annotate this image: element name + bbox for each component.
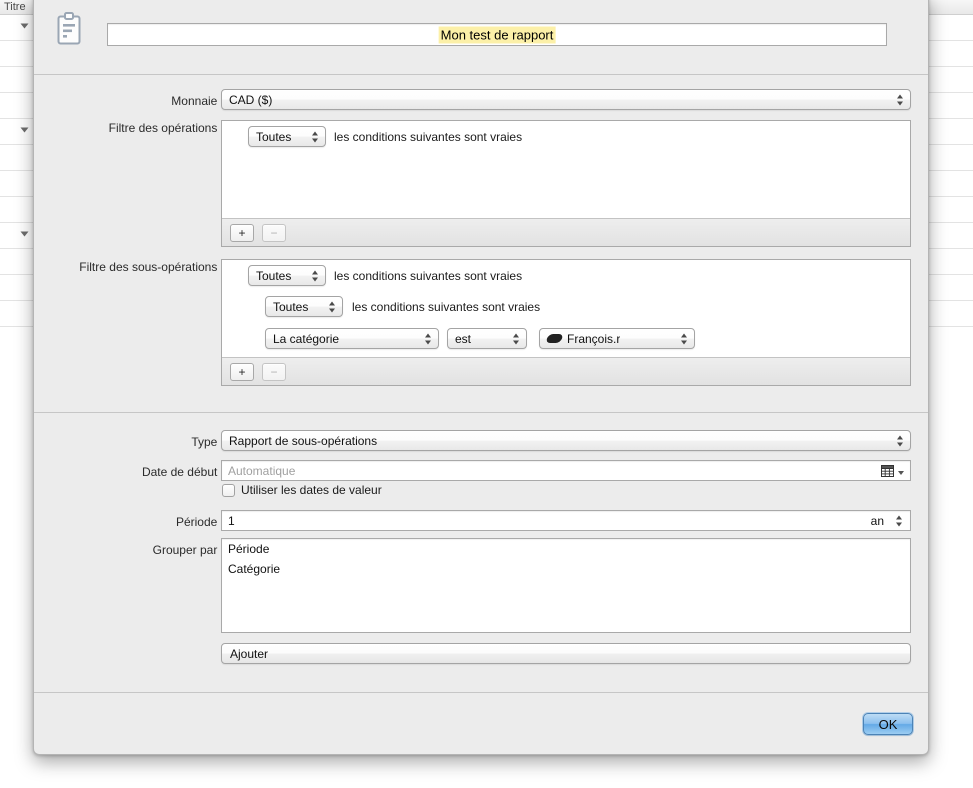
group-by-item[interactable]: Période — [222, 539, 910, 559]
rule-operator-popup[interactable]: est — [447, 328, 527, 349]
currency-popup[interactable]: CAD ($) — [221, 89, 911, 110]
rule-value-text: François.r — [567, 331, 621, 346]
nested-filter-match-value: Toutes — [273, 299, 309, 314]
period-field[interactable]: 1 an — [221, 510, 911, 531]
divider — [34, 692, 928, 693]
rule-value-popup[interactable]: François.r — [539, 328, 695, 349]
operations-filter-condition-text: les conditions suivantes sont vraies — [334, 130, 523, 144]
operations-filter-box: Toutes les conditions suivantes sont vra… — [221, 120, 911, 247]
group-by-label: Grouper par : — [152, 543, 224, 557]
start-date-label: Date de début : — [141, 465, 224, 479]
period-unit: an — [870, 513, 884, 528]
stepper-arrows-icon — [513, 332, 520, 345]
stepper-arrows-icon — [312, 269, 319, 282]
ok-button[interactable]: OK — [863, 713, 913, 735]
period-value: 1 — [228, 513, 235, 528]
divider — [34, 412, 928, 413]
chevron-down-icon[interactable] — [898, 470, 904, 475]
disclosure-triangle-icon[interactable] — [20, 231, 29, 237]
divider — [34, 74, 928, 75]
operations-filter-remove-button[interactable]: − — [262, 224, 286, 242]
start-date-placeholder: Automatique — [228, 463, 296, 478]
suboperations-filter-toolbar: + − — [222, 357, 910, 385]
disclosure-triangle-icon[interactable] — [20, 127, 29, 133]
tag-icon — [545, 334, 564, 343]
suboperations-filter-remove-button[interactable]: − — [262, 363, 286, 381]
type-label: Type : — [191, 435, 224, 449]
operations-filter-label: Filtre des opérations : — [108, 121, 224, 135]
background-column-header: Titre — [4, 1, 26, 13]
stepper-arrows-icon — [681, 332, 688, 345]
suboperations-filter-match-popup[interactable]: Toutes — [248, 265, 326, 286]
operations-filter-toolbar: + − — [222, 218, 910, 246]
type-popup[interactable]: Rapport de sous-opérations — [221, 430, 911, 451]
disclosure-triangle-icon[interactable] — [20, 23, 29, 29]
period-label: Période : — [175, 515, 224, 529]
clipboard-icon — [55, 12, 83, 46]
report-title-value: Mon test de rapport — [438, 26, 556, 43]
suboperations-filter-box: Toutes les conditions suivantes sont vra… — [221, 259, 911, 386]
rule-field-value: La catégorie — [273, 331, 340, 346]
operations-filter-match-value: Toutes — [256, 129, 292, 144]
start-date-input[interactable]: Automatique — [221, 460, 911, 481]
calendar-icon[interactable] — [881, 464, 894, 477]
currency-value: CAD ($) — [229, 92, 273, 107]
use-value-dates-label: Utiliser les dates de valeur — [241, 483, 382, 497]
group-by-item[interactable]: Catégorie — [222, 559, 910, 579]
stepper-arrows-icon — [897, 93, 904, 106]
sheet-title-row: Mon test de rapport — [34, 0, 928, 74]
add-pulldown-label: Ajouter — [230, 646, 269, 661]
suboperations-filter-condition-text: les conditions suivantes sont vraies — [334, 269, 523, 283]
currency-label: Monnaie : — [171, 94, 224, 108]
rule-operator-value: est — [455, 331, 472, 346]
suboperations-filter-add-button[interactable]: + — [230, 363, 254, 381]
suboperations-filter-label: Filtre des sous-opérations : — [79, 260, 224, 274]
screen: Titre Dépenses % Revenus % Total Total0,… — [0, 0, 973, 788]
nested-filter-condition-text: les conditions suivantes sont vraies — [352, 300, 541, 314]
report-settings-sheet: Mon test de rapport Monnaie : CAD ($) Fi… — [33, 0, 929, 755]
nested-filter-match-popup[interactable]: Toutes — [265, 296, 343, 317]
report-title-input[interactable]: Mon test de rapport — [107, 23, 887, 46]
stepper-arrows-icon — [312, 130, 319, 143]
stepper-arrows-icon — [425, 332, 432, 345]
stepper-arrows-icon — [897, 434, 904, 447]
type-value: Rapport de sous-opérations — [229, 433, 378, 448]
operations-filter-match-popup[interactable]: Toutes — [248, 126, 326, 147]
operations-filter-add-button[interactable]: + — [230, 224, 254, 242]
stepper-arrows-icon — [329, 300, 336, 313]
period-stepper[interactable] — [896, 514, 903, 527]
group-by-list[interactable]: Période Catégorie — [221, 538, 911, 633]
use-value-dates-checkbox[interactable] — [222, 484, 235, 497]
rule-field-popup[interactable]: La catégorie — [265, 328, 439, 349]
add-pulldown-button[interactable]: Ajouter — [221, 643, 911, 664]
suboperations-filter-match-value: Toutes — [256, 268, 292, 283]
